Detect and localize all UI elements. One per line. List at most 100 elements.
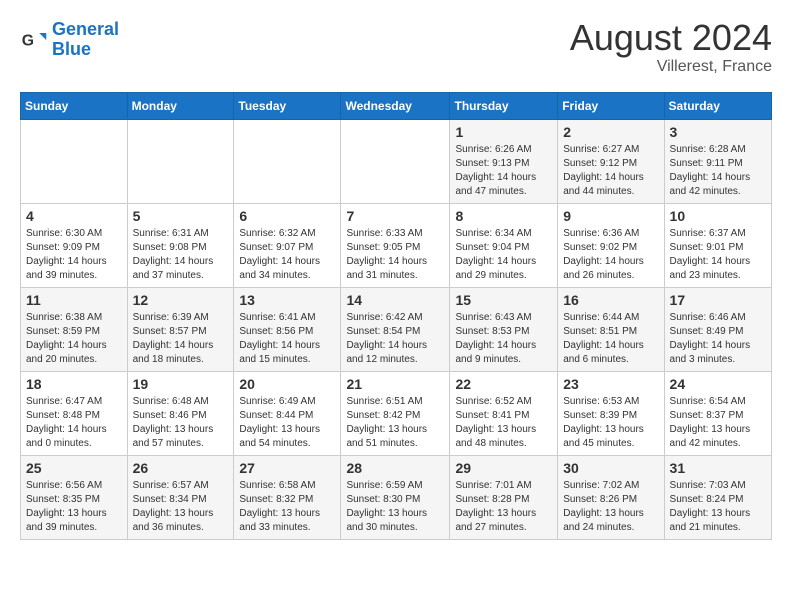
calendar-week-5: 25 Sunrise: 6:56 AM Sunset: 8:35 PM Dayli…: [21, 456, 772, 540]
calendar-cell: 11Sunrise: 6:38 AM Sunset: 8:59 PM Dayli…: [21, 288, 128, 372]
weekday-header-saturday: Saturday: [664, 93, 771, 120]
calendar-week-2: 4 Sunrise: 6:30 AM Sunset: 9:09 PM Daylig…: [21, 204, 772, 288]
calendar-week-3: 11Sunrise: 6:38 AM Sunset: 8:59 PM Dayli…: [21, 288, 772, 372]
day-info: Sunrise: 6:32 AM Sunset: 9:07 PM Dayligh…: [239, 227, 335, 283]
weekday-header-sunday: Sunday: [21, 93, 128, 120]
weekday-header-tuesday: Tuesday: [234, 93, 341, 120]
day-number: 14: [346, 292, 444, 308]
calendar-cell: 4 Sunrise: 6:30 AM Sunset: 9:09 PM Daylig…: [21, 204, 128, 288]
day-number: 4: [26, 208, 122, 224]
calendar-cell: [21, 120, 128, 204]
calendar-cell: 22 Sunrise: 6:52 AM Sunset: 8:41 PM Dayli…: [450, 372, 558, 456]
day-number: 17: [670, 292, 766, 308]
calendar-cell: 27Sunrise: 6:58 AM Sunset: 8:32 PM Dayli…: [234, 456, 341, 540]
day-number: 30: [563, 460, 658, 476]
day-number: 21: [346, 376, 444, 392]
day-number: 22: [455, 376, 552, 392]
day-info: Sunrise: 6:36 AM Sunset: 9:02 PM Dayligh…: [563, 227, 658, 283]
day-info: Sunrise: 6:33 AM Sunset: 9:05 PM Dayligh…: [346, 227, 444, 283]
day-info: Sunrise: 7:03 AM Sunset: 8:24 PM Dayligh…: [670, 479, 766, 535]
calendar-cell: [234, 120, 341, 204]
weekday-header-wednesday: Wednesday: [341, 93, 450, 120]
day-info: Sunrise: 6:31 AM Sunset: 9:08 PM Dayligh…: [133, 227, 229, 283]
day-number: 26: [133, 460, 229, 476]
day-number: 27: [239, 460, 335, 476]
calendar-cell: 10Sunrise: 6:37 AM Sunset: 9:01 PM Dayli…: [664, 204, 771, 288]
day-info: Sunrise: 6:59 AM Sunset: 8:30 PM Dayligh…: [346, 479, 444, 535]
calendar-cell: 5 Sunrise: 6:31 AM Sunset: 9:08 PM Daylig…: [127, 204, 234, 288]
calendar-cell: 29Sunrise: 7:01 AM Sunset: 8:28 PM Dayli…: [450, 456, 558, 540]
day-info: Sunrise: 6:57 AM Sunset: 8:34 PM Dayligh…: [133, 479, 229, 535]
calendar-cell: 17 Sunrise: 6:46 AM Sunset: 8:49 PM Dayli…: [664, 288, 771, 372]
calendar-cell: 2Sunrise: 6:27 AM Sunset: 9:12 PM Daylig…: [558, 120, 664, 204]
day-info: Sunrise: 6:44 AM Sunset: 8:51 PM Dayligh…: [563, 311, 658, 367]
weekday-header-monday: Monday: [127, 93, 234, 120]
logo-blue: Blue: [52, 39, 91, 59]
day-info: Sunrise: 7:02 AM Sunset: 8:26 PM Dayligh…: [563, 479, 658, 535]
day-info: Sunrise: 6:42 AM Sunset: 8:54 PM Dayligh…: [346, 311, 444, 367]
day-number: 25: [26, 460, 122, 476]
calendar-cell: 21Sunrise: 6:51 AM Sunset: 8:42 PM Dayli…: [341, 372, 450, 456]
calendar-cell: 23 Sunrise: 6:53 AM Sunset: 8:39 PM Dayli…: [558, 372, 664, 456]
weekday-header-thursday: Thursday: [450, 93, 558, 120]
day-info: Sunrise: 7:01 AM Sunset: 8:28 PM Dayligh…: [455, 479, 552, 535]
weekday-header-friday: Friday: [558, 93, 664, 120]
day-info: Sunrise: 6:56 AM Sunset: 8:35 PM Dayligh…: [26, 479, 122, 535]
calendar-cell: 28 Sunrise: 6:59 AM Sunset: 8:30 PM Dayli…: [341, 456, 450, 540]
calendar-cell: 13 Sunrise: 6:41 AM Sunset: 8:56 PM Dayli…: [234, 288, 341, 372]
day-info: Sunrise: 6:41 AM Sunset: 8:56 PM Dayligh…: [239, 311, 335, 367]
day-info: Sunrise: 6:39 AM Sunset: 8:57 PM Dayligh…: [133, 311, 229, 367]
day-info: Sunrise: 6:46 AM Sunset: 8:49 PM Dayligh…: [670, 311, 766, 367]
calendar-header-row: SundayMondayTuesdayWednesdayThursdayFrid…: [21, 93, 772, 120]
calendar-cell: 31Sunrise: 7:03 AM Sunset: 8:24 PM Dayli…: [664, 456, 771, 540]
day-info: Sunrise: 6:28 AM Sunset: 9:11 PM Dayligh…: [670, 143, 766, 199]
title-block: August 2024 Villerest, France: [570, 20, 772, 76]
day-number: 19: [133, 376, 229, 392]
calendar-cell: 19 Sunrise: 6:48 AM Sunset: 8:46 PM Dayli…: [127, 372, 234, 456]
logo-icon: G: [20, 26, 48, 54]
calendar-cell: 14 Sunrise: 6:42 AM Sunset: 8:54 PM Dayli…: [341, 288, 450, 372]
calendar-cell: 7 Sunrise: 6:33 AM Sunset: 9:05 PM Daylig…: [341, 204, 450, 288]
calendar-cell: [127, 120, 234, 204]
calendar-cell: 25 Sunrise: 6:56 AM Sunset: 8:35 PM Dayli…: [21, 456, 128, 540]
day-number: 28: [346, 460, 444, 476]
logo-general: General: [52, 19, 119, 39]
day-number: 8: [455, 208, 552, 224]
day-number: 18: [26, 376, 122, 392]
calendar-cell: 15 Sunrise: 6:43 AM Sunset: 8:53 PM Dayli…: [450, 288, 558, 372]
calendar-cell: 8Sunrise: 6:34 AM Sunset: 9:04 PM Daylig…: [450, 204, 558, 288]
day-info: Sunrise: 6:52 AM Sunset: 8:41 PM Dayligh…: [455, 395, 552, 451]
calendar-cell: 9Sunrise: 6:36 AM Sunset: 9:02 PM Daylig…: [558, 204, 664, 288]
calendar-cell: 20 Sunrise: 6:49 AM Sunset: 8:44 PM Dayli…: [234, 372, 341, 456]
svg-text:G: G: [22, 32, 34, 49]
calendar-week-4: 18Sunrise: 6:47 AM Sunset: 8:48 PM Dayli…: [21, 372, 772, 456]
day-number: 5: [133, 208, 229, 224]
day-number: 15: [455, 292, 552, 308]
day-info: Sunrise: 6:48 AM Sunset: 8:46 PM Dayligh…: [133, 395, 229, 451]
month-title: August 2024: [570, 20, 772, 56]
day-number: 1: [455, 124, 552, 140]
day-info: Sunrise: 6:54 AM Sunset: 8:37 PM Dayligh…: [670, 395, 766, 451]
calendar-cell: 16 Sunrise: 6:44 AM Sunset: 8:51 PM Dayli…: [558, 288, 664, 372]
day-info: Sunrise: 6:30 AM Sunset: 9:09 PM Dayligh…: [26, 227, 122, 283]
calendar-week-1: 1Sunrise: 6:26 AM Sunset: 9:13 PM Daylig…: [21, 120, 772, 204]
calendar-cell: 6 Sunrise: 6:32 AM Sunset: 9:07 PM Daylig…: [234, 204, 341, 288]
calendar-cell: 26 Sunrise: 6:57 AM Sunset: 8:34 PM Dayli…: [127, 456, 234, 540]
day-number: 23: [563, 376, 658, 392]
day-number: 20: [239, 376, 335, 392]
page-header: G General Blue August 2024 Villerest, Fr…: [20, 20, 772, 76]
day-number: 11: [26, 292, 122, 308]
calendar-cell: 1Sunrise: 6:26 AM Sunset: 9:13 PM Daylig…: [450, 120, 558, 204]
day-number: 13: [239, 292, 335, 308]
day-info: Sunrise: 6:37 AM Sunset: 9:01 PM Dayligh…: [670, 227, 766, 283]
day-info: Sunrise: 6:27 AM Sunset: 9:12 PM Dayligh…: [563, 143, 658, 199]
day-info: Sunrise: 6:53 AM Sunset: 8:39 PM Dayligh…: [563, 395, 658, 451]
day-number: 3: [670, 124, 766, 140]
calendar-cell: 30 Sunrise: 7:02 AM Sunset: 8:26 PM Dayli…: [558, 456, 664, 540]
day-number: 6: [239, 208, 335, 224]
day-number: 16: [563, 292, 658, 308]
day-info: Sunrise: 6:43 AM Sunset: 8:53 PM Dayligh…: [455, 311, 552, 367]
calendar-cell: 12Sunrise: 6:39 AM Sunset: 8:57 PM Dayli…: [127, 288, 234, 372]
day-info: Sunrise: 6:49 AM Sunset: 8:44 PM Dayligh…: [239, 395, 335, 451]
day-number: 7: [346, 208, 444, 224]
